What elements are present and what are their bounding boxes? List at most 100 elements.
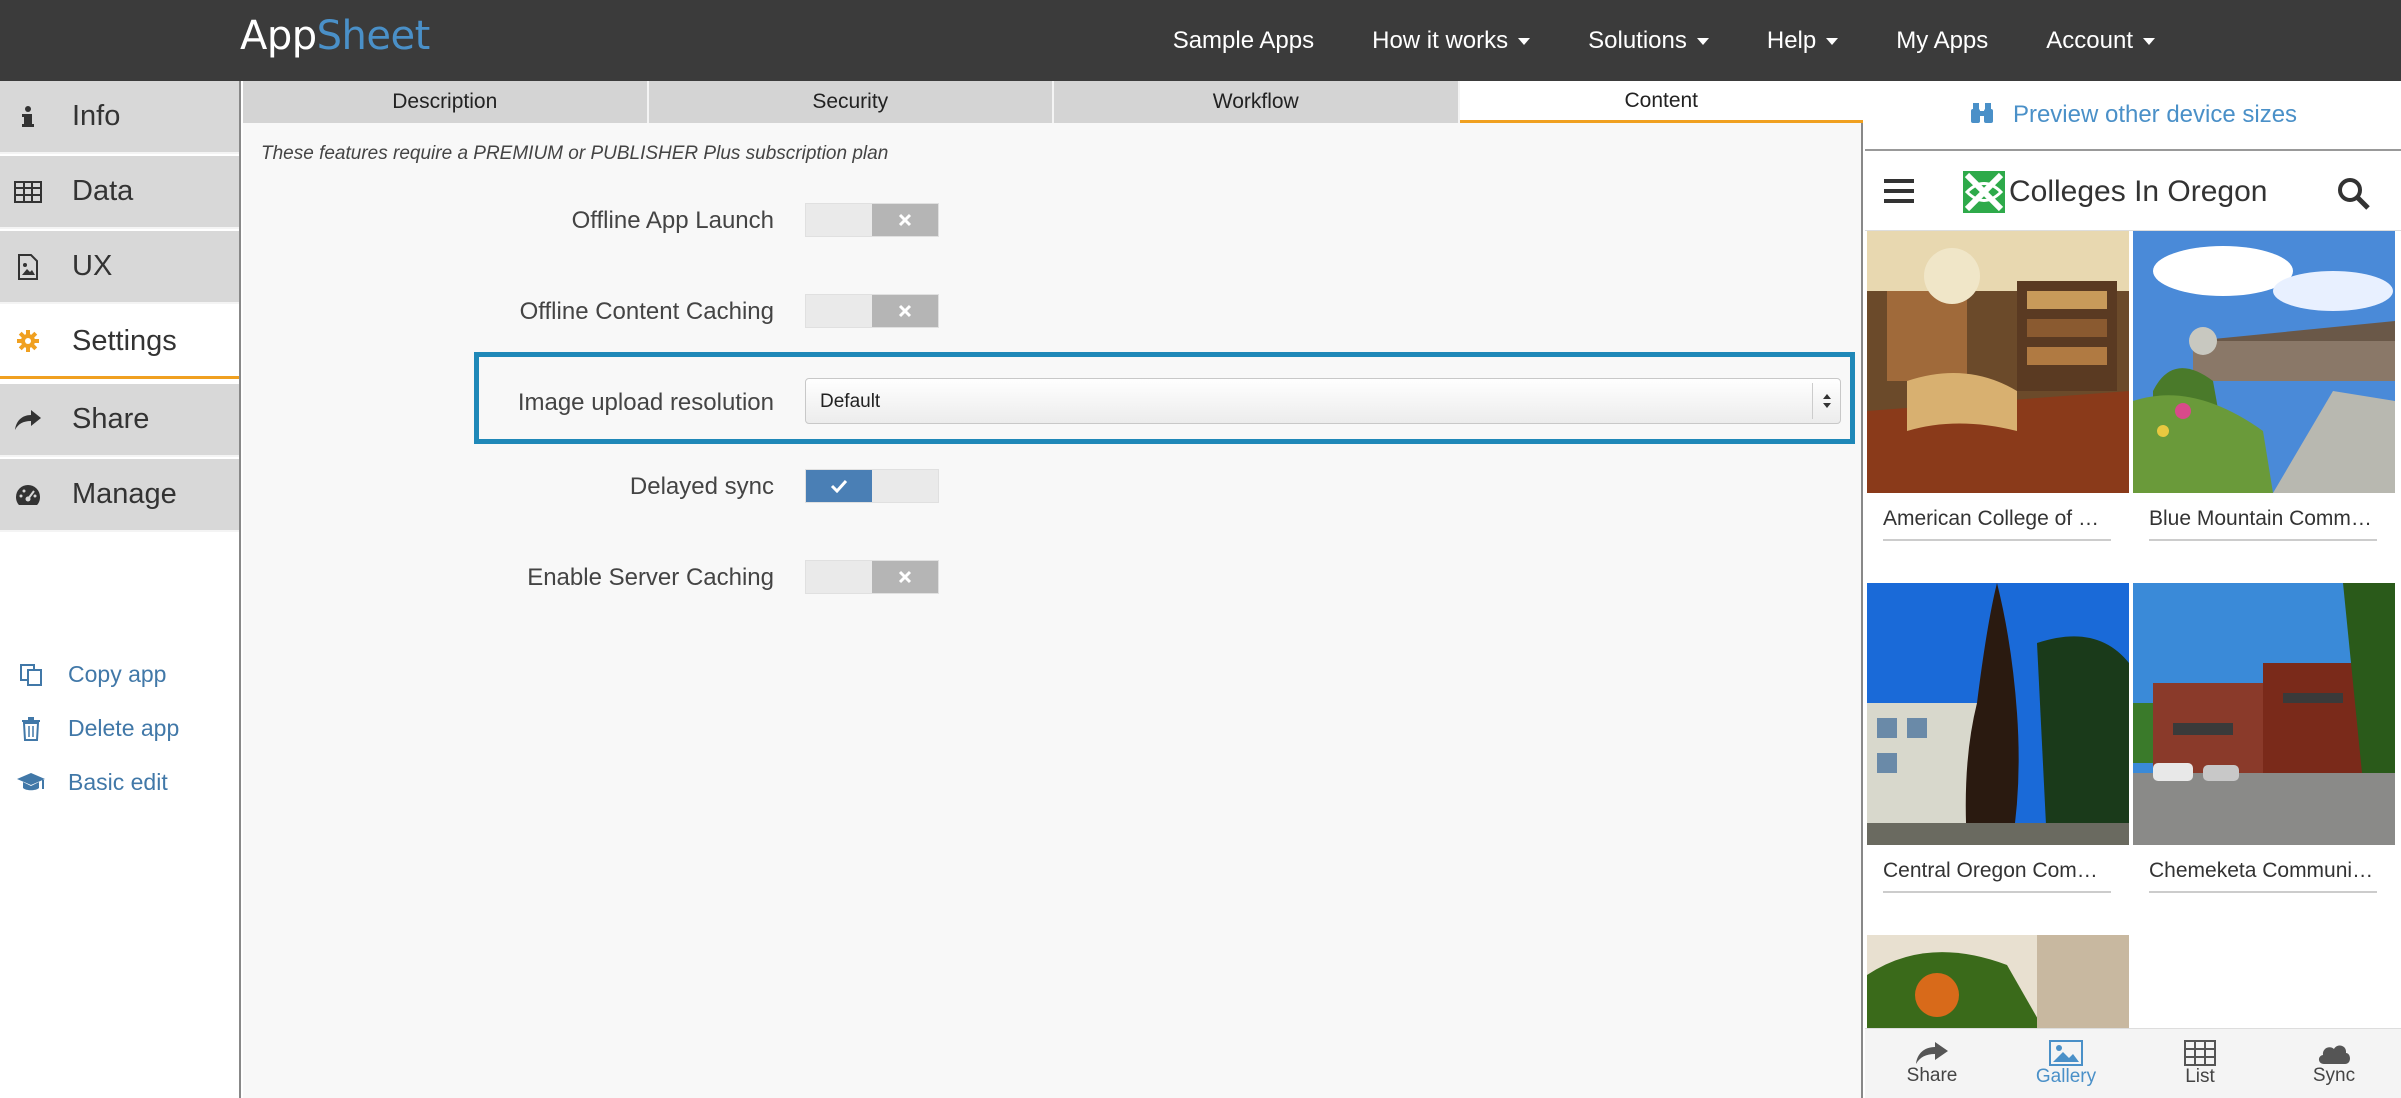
bottom-tab-list[interactable]: List [2133, 1029, 2267, 1098]
bottom-tab-label: List [2185, 1065, 2215, 1087]
bottom-tab-label: Gallery [2035, 1065, 2097, 1087]
dashboard-icon [0, 483, 56, 507]
nav-label: My Apps [1896, 26, 1989, 54]
close-icon [898, 570, 912, 584]
logo-text-sheet: Sheet [316, 13, 431, 59]
image-upload-resolution-label: Image upload resolution [517, 389, 774, 416]
tab-workflow[interactable]: Workflow [1054, 81, 1460, 123]
nav-my-apps[interactable]: My Apps [1896, 27, 1988, 55]
preview-app-bar: Colleges In Oregon [1865, 153, 2401, 231]
sidebar: Info Data UX Settings Share Manage Copy … [0, 81, 241, 1098]
subscription-notice: These features require a PREMIUM or PUBL… [261, 143, 889, 164]
toggle-off-segment [872, 204, 938, 236]
table-icon [2184, 1039, 2216, 1066]
tile-caption: Chemeketa Community College [2149, 859, 2377, 893]
caret-down-icon [2143, 38, 2155, 45]
tile-caption: American College of Healthcare Sciences [1883, 507, 2111, 541]
sidebar-item-label: Share [72, 403, 150, 435]
nav-label: How it works [1372, 26, 1509, 54]
nav-label: Account [2046, 26, 2133, 54]
search-icon[interactable] [2337, 177, 2371, 216]
graduation-cap-icon [0, 772, 62, 794]
select-value: Default [820, 391, 881, 412]
gallery-tile[interactable]: Central Oregon Community College [1867, 583, 2129, 913]
app-preview-panel: Preview other device sizes Colleges In O… [1865, 81, 2401, 1098]
share-icon [0, 409, 56, 431]
preview-bottom-bar: Share Gallery List Sync [1865, 1028, 2401, 1098]
preview-app-title: Colleges In Oregon [2009, 175, 2268, 208]
caret-down-icon [1826, 38, 1839, 45]
enable-server-caching-label: Enable Server Caching [527, 564, 774, 591]
top-nav: AppSheet Sample Apps How it works Soluti… [0, 0, 2401, 81]
nav-account[interactable]: Account [2046, 27, 2155, 55]
sidebar-item-ux[interactable]: UX [0, 231, 239, 304]
sidebar-item-data[interactable]: Data [0, 156, 239, 229]
tab-content[interactable]: Content [1459, 81, 1863, 123]
delete-app-label: Delete app [68, 715, 180, 741]
college-photo [1867, 583, 2129, 845]
nav-menu: Sample Apps How it works Solutions Help … [1173, 0, 2401, 81]
bottom-tab-sync[interactable]: Sync [2267, 1029, 2401, 1098]
caret-down-icon [1696, 38, 1709, 45]
image-upload-resolution-select[interactable]: Default [805, 378, 1841, 424]
nav-label: Solutions [1588, 26, 1687, 54]
gallery-tile[interactable]: Blue Mountain Community College [2133, 231, 2395, 561]
sidebar-item-label: Settings [72, 324, 177, 357]
cloud-icon [2318, 1045, 2350, 1064]
tab-description[interactable]: Description [243, 81, 649, 123]
copy-app-label: Copy app [68, 661, 167, 687]
sidebar-item-share[interactable]: Share [0, 384, 239, 457]
sidebar-item-label: Info [72, 100, 121, 132]
tile-caption: Central Oregon Community College [1883, 859, 2111, 893]
appsheet-logo[interactable]: AppSheet [240, 13, 430, 59]
nav-help[interactable]: Help [1766, 26, 1839, 55]
offline-content-caching-toggle[interactable] [805, 294, 939, 328]
toggle-on-segment [806, 470, 872, 502]
nav-label: Help [1766, 26, 1817, 54]
gallery-tile[interactable] [1867, 935, 2129, 1028]
basic-edit-label: Basic edit [68, 769, 168, 795]
bottom-tab-share[interactable]: Share [1865, 1029, 1999, 1098]
preview-link-label: Preview other device sizes [2012, 101, 2298, 128]
bottom-tab-label: Share [1906, 1064, 1958, 1086]
logo-text-app: App [240, 13, 317, 59]
offline-app-launch-label: Offline App Launch [571, 207, 774, 234]
college-photo [1867, 231, 2129, 493]
gear-icon [0, 329, 56, 353]
sidebar-item-settings[interactable]: Settings [0, 306, 239, 379]
toggle-off-segment [872, 295, 938, 327]
app-logo-icon [1963, 171, 2005, 218]
gallery-tile[interactable]: Chemeketa Community College [2133, 583, 2395, 913]
preview-gallery: American College of Healthcare Sciences … [1865, 231, 2401, 1028]
tab-security[interactable]: Security [648, 81, 1054, 123]
close-icon [898, 304, 912, 318]
copy-icon [0, 663, 62, 687]
nav-solutions[interactable]: Solutions [1588, 27, 1709, 55]
sidebar-item-label: UX [72, 250, 113, 282]
nav-how-it-works[interactable]: How it works [1372, 26, 1531, 55]
sidebar-item-info[interactable]: Info [0, 81, 239, 154]
bottom-tab-gallery[interactable]: Gallery [1999, 1029, 2133, 1098]
trash-icon [0, 716, 62, 741]
nav-sample-apps[interactable]: Sample Apps [1173, 27, 1314, 55]
binoculars-icon [1969, 101, 1995, 130]
delayed-sync-toggle[interactable] [805, 469, 939, 503]
offline-app-launch-toggle[interactable] [805, 203, 939, 237]
share-icon [1916, 1041, 1948, 1064]
delete-app-link[interactable]: Delete app [0, 715, 179, 742]
offline-content-caching-label: Offline Content Caching [519, 298, 774, 325]
nav-label: Sample Apps [1172, 26, 1315, 54]
menu-icon[interactable] [1883, 177, 1915, 210]
settings-panel: Description Security Workflow Content Th… [243, 81, 1863, 1098]
basic-edit-link[interactable]: Basic edit [0, 769, 168, 796]
select-arrows-icon [1812, 383, 1840, 419]
sidebar-item-manage[interactable]: Manage [0, 459, 239, 532]
sidebar-item-label: Manage [72, 478, 177, 510]
copy-app-link[interactable]: Copy app [0, 661, 166, 688]
tab-label: Content [1624, 88, 1699, 112]
preview-device-sizes-link[interactable]: Preview other device sizes [1865, 81, 2401, 151]
bottom-tab-label: Sync [2312, 1064, 2356, 1086]
enable-server-caching-toggle[interactable] [805, 560, 939, 594]
gallery-tile[interactable]: American College of Healthcare Sciences [1867, 231, 2129, 561]
college-photo [2133, 583, 2395, 845]
